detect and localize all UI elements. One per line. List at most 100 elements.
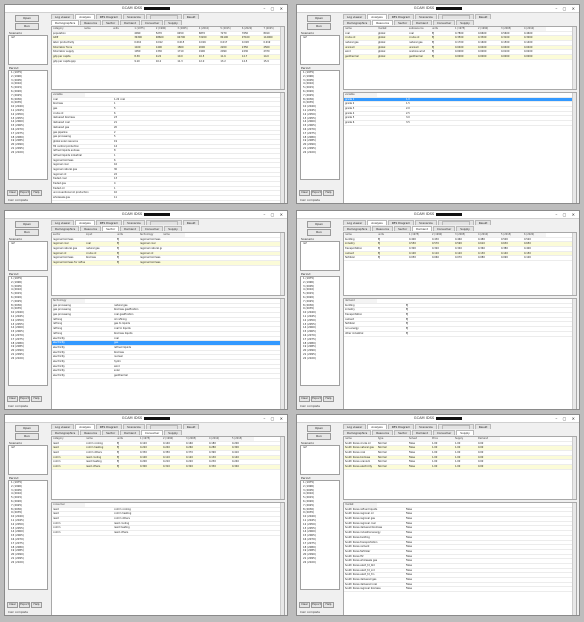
- tab-second[interactable]: Sector: [394, 226, 412, 231]
- scrollbar[interactable]: [280, 503, 284, 615]
- tab-second[interactable]: Resource: [372, 430, 394, 435]
- tab-top[interactable]: Result: [474, 220, 492, 225]
- column-header[interactable]: variable: [344, 93, 377, 97]
- data-grid[interactable]: sector input units technology name regional b…: [51, 232, 285, 296]
- detail-grid[interactable]: market South Korea refined liquids False S…: [343, 502, 577, 615]
- period-item[interactable]: 22 (2100): [301, 357, 339, 361]
- column-header[interactable]: demand: [344, 299, 377, 303]
- bottom-button[interactable]: Clear: [7, 602, 18, 608]
- column-header[interactable]: sector: [52, 233, 85, 237]
- column-header[interactable]: Solved: [408, 437, 431, 441]
- window-controls[interactable]: – ▢ ✕: [555, 211, 577, 218]
- period-list[interactable]: 1 (1975) 2 (1990) 3 (2005) 4 (2010) 5 (2015)…: [8, 480, 48, 590]
- tab-second[interactable]: Consumer: [140, 226, 164, 231]
- scenario-item[interactable]: ref: [301, 446, 339, 450]
- column-header[interactable]: units: [377, 233, 408, 237]
- column-header[interactable]: 4 (2010): [477, 233, 500, 237]
- open-button[interactable]: Open: [307, 221, 331, 228]
- column-header[interactable]: name: [85, 437, 116, 441]
- scenario-item[interactable]: ref: [9, 36, 47, 40]
- tab-second[interactable]: Demand: [412, 430, 432, 435]
- scenario-item[interactable]: ref: [9, 446, 47, 450]
- scrollbar[interactable]: [280, 437, 284, 499]
- scrollbar[interactable]: [572, 27, 576, 89]
- run-button[interactable]: Run: [15, 23, 39, 30]
- column-header[interactable]: 4 (2010): [197, 27, 220, 31]
- column-header[interactable]: market: [377, 27, 408, 31]
- tab-top[interactable]: Result: [474, 424, 492, 429]
- column-header[interactable]: 2 (1990): [154, 27, 177, 31]
- tab-top[interactable]: RES Diagram: [387, 220, 415, 225]
- tab-top[interactable]: Log viewer: [51, 424, 75, 429]
- list-item[interactable]: grade 6 3.5: [344, 121, 576, 126]
- list-item[interactable]: other industrial EJ: [344, 332, 576, 337]
- scrollbar[interactable]: [572, 437, 576, 499]
- column-header[interactable]: 6 (2020): [240, 27, 263, 31]
- bottom-button[interactable]: Clear: [7, 396, 18, 402]
- tab-second[interactable]: Consumer: [140, 20, 164, 25]
- detail-grid[interactable]: variable coal 1.22 coal biomass 1 gas 5 crude …: [51, 92, 285, 203]
- column-header[interactable]: 5 (2015): [219, 27, 241, 31]
- scenario-list[interactable]: ref: [8, 445, 48, 475]
- tab-top[interactable]: Analysis: [367, 424, 387, 429]
- column-header[interactable]: input: [85, 233, 116, 237]
- tab-second[interactable]: Sector: [102, 20, 120, 25]
- window-controls[interactable]: – ▢ ✕: [555, 5, 577, 12]
- tab-top[interactable]: Scenarios: [415, 220, 437, 225]
- bottom-button[interactable]: Export: [19, 396, 30, 402]
- tab-top[interactable]: Result: [182, 424, 200, 429]
- window-controls[interactable]: – ▢ ✕: [263, 211, 285, 218]
- period-item[interactable]: 22 (2100): [9, 357, 47, 361]
- bottom-button[interactable]: Clear: [299, 396, 310, 402]
- tab-second[interactable]: Demand: [120, 226, 140, 231]
- tab-redacted[interactable]: [145, 424, 182, 429]
- detail-grid[interactable]: demand building EJ industry EJ transportatio…: [343, 298, 577, 409]
- list-item[interactable]: South Korea regional biomass False: [344, 587, 576, 593]
- bottom-button[interactable]: Export: [311, 602, 322, 608]
- bottom-button[interactable]: Clear: [299, 602, 310, 608]
- column-header[interactable]: variable: [52, 93, 85, 97]
- tab-second[interactable]: Demographics: [51, 20, 80, 25]
- tab-second[interactable]: Demographics: [51, 430, 80, 435]
- column-header[interactable]: category: [52, 437, 85, 441]
- tab-second[interactable]: Demand: [120, 430, 140, 435]
- period-list[interactable]: 1 (1975) 2 (1990) 3 (2005) 4 (2010) 5 (2015)…: [300, 276, 340, 386]
- column-header[interactable]: consumer: [52, 503, 85, 507]
- scrollbar[interactable]: [572, 233, 576, 295]
- detail-grid[interactable]: variable grade 1 1.0 grade 2 1.5 grade 3 2.0 g…: [343, 92, 577, 203]
- tab-second[interactable]: Consumer: [432, 430, 456, 435]
- period-list[interactable]: 1 (1975) 2 (1990) 3 (2005) 4 (2010) 5 (2015)…: [300, 480, 340, 590]
- column-header[interactable]: market: [344, 503, 377, 507]
- tab-second[interactable]: Demand: [412, 20, 432, 25]
- scenario-list[interactable]: ref: [8, 35, 48, 65]
- column-header[interactable]: category: [52, 27, 83, 31]
- tab-top[interactable]: RES Diagram: [95, 220, 123, 225]
- tab-redacted[interactable]: [437, 14, 474, 19]
- bottom-button[interactable]: Clear: [299, 190, 310, 196]
- data-grid[interactable]: name type Solved Price Supply Demand South Kor…: [343, 436, 577, 500]
- scrollbar[interactable]: [280, 233, 284, 295]
- column-header[interactable]: units: [116, 233, 139, 237]
- scrollbar[interactable]: [280, 93, 284, 203]
- column-header[interactable]: 4 (2010): [208, 437, 231, 441]
- scrollbar[interactable]: [280, 27, 284, 89]
- period-item[interactable]: 22 (2100): [301, 561, 339, 565]
- data-grid[interactable]: category name units 1 (1975) 2 (1990) 3 (2005…: [51, 436, 285, 500]
- bottom-button[interactable]: Help: [31, 396, 42, 402]
- column-header[interactable]: 5 (2015): [500, 233, 523, 237]
- column-header[interactable]: units: [111, 27, 134, 31]
- tab-second[interactable]: Consumer: [140, 430, 164, 435]
- window-controls[interactable]: – ▢ ✕: [263, 5, 285, 12]
- bottom-button[interactable]: Clear: [7, 190, 18, 196]
- tab-top[interactable]: Result: [182, 14, 200, 19]
- scenario-list[interactable]: ref: [8, 241, 48, 271]
- column-header[interactable]: 1 (1975): [133, 27, 155, 31]
- run-button[interactable]: Run: [307, 433, 331, 440]
- period-item[interactable]: 22 (2100): [301, 151, 339, 155]
- period-item[interactable]: 22 (2100): [9, 151, 47, 155]
- tab-top[interactable]: Analysis: [75, 424, 95, 429]
- tab-redacted[interactable]: [145, 220, 182, 225]
- window-controls[interactable]: – ▢ ✕: [555, 415, 577, 422]
- detail-grid[interactable]: technology gas processing natural gas gas …: [51, 298, 285, 409]
- bottom-button[interactable]: Help: [323, 190, 334, 196]
